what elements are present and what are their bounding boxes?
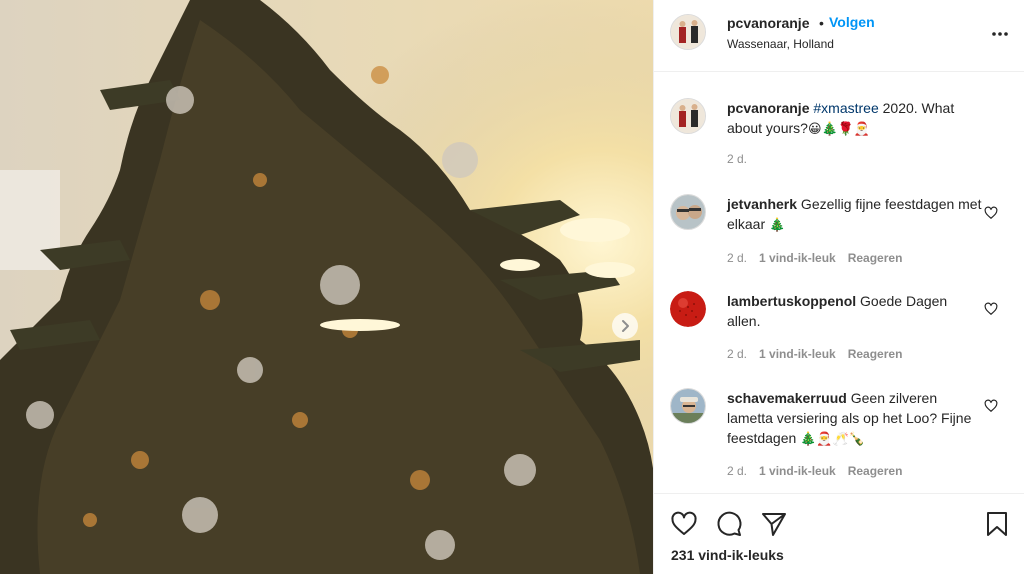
comment-like-count[interactable]: 1 vind-ik-leuk: [759, 464, 836, 478]
author-avatar[interactable]: [670, 14, 706, 50]
caption-avatar-image: [671, 99, 705, 133]
comment-username[interactable]: jetvanherk: [727, 196, 797, 212]
comment-like-count[interactable]: 1 vind-ik-leuk: [759, 347, 836, 361]
comment-icon[interactable]: [715, 510, 743, 538]
post-actions: 231 vind-ik-leuks: [654, 493, 1024, 574]
commenter-avatar[interactable]: [670, 194, 706, 230]
caption-username[interactable]: pcvanoranje: [727, 100, 809, 116]
caption-emoji: 😀🎄🌹🎅: [807, 122, 871, 137]
commenter-avatar-image: [670, 291, 706, 327]
paper-plane-icon[interactable]: [760, 510, 788, 538]
reply-button[interactable]: Reageren: [848, 347, 903, 361]
follow-separator: •: [819, 15, 824, 31]
comment-meta: 2 d. 1 vind-ik-leuk Reageren: [727, 347, 902, 361]
comment-timestamp[interactable]: 2 d.: [727, 251, 747, 265]
post-location[interactable]: Wassenaar, Holland: [727, 37, 834, 51]
comment-like-icon[interactable]: [984, 302, 998, 316]
caption-avatar[interactable]: [670, 98, 706, 134]
christmas-tree-image: [0, 0, 653, 574]
comment-text: lambertuskoppenol Goede Dagen allen.: [727, 291, 982, 331]
reply-button[interactable]: Reageren: [848, 464, 903, 478]
more-options-icon[interactable]: [990, 24, 1010, 44]
caption-timestamp[interactable]: 2 d.: [727, 152, 747, 166]
post-photo[interactable]: [0, 0, 653, 574]
caption-meta: 2 d.: [727, 152, 747, 166]
post-header: pcvanoranje • Volgen Wassenaar, Holland: [654, 0, 1024, 72]
comment-text: schavemakerruud Geen zilveren lametta ve…: [727, 388, 982, 450]
author-username[interactable]: pcvanoranje: [727, 15, 809, 31]
caption-hashtag[interactable]: #xmastree: [813, 100, 878, 116]
next-photo-button[interactable]: [612, 313, 638, 339]
comment-emoji: 🎄🎅🥂🍾: [800, 432, 865, 447]
comment-meta: 2 d. 1 vind-ik-leuk Reageren: [727, 251, 902, 265]
commenter-avatar[interactable]: [670, 291, 706, 327]
post-side-panel: pcvanoranje • Volgen Wassenaar, Holland …: [653, 0, 1024, 574]
author-avatar-image: [671, 15, 705, 49]
reply-button[interactable]: Reageren: [848, 251, 903, 265]
comment-like-count[interactable]: 1 vind-ik-leuk: [759, 251, 836, 265]
comment-meta: 2 d. 1 vind-ik-leuk Reageren: [727, 464, 902, 478]
bookmark-icon[interactable]: [983, 510, 1011, 538]
chevron-right-icon: [622, 320, 629, 332]
comment-username[interactable]: schavemakerruud: [727, 390, 847, 406]
comment-username[interactable]: lambertuskoppenol: [727, 293, 856, 309]
commenter-avatar[interactable]: [670, 388, 706, 424]
comment-timestamp[interactable]: 2 d.: [727, 347, 747, 361]
comment-timestamp[interactable]: 2 d.: [727, 464, 747, 478]
caption-text: pcvanoranje #xmastree 2020. What about y…: [727, 98, 982, 140]
comment-like-icon[interactable]: [984, 399, 998, 413]
commenter-avatar-image: [671, 195, 705, 229]
heart-icon[interactable]: [670, 510, 698, 538]
like-count[interactable]: 231 vind-ik-leuks: [671, 547, 784, 563]
comment-text: jetvanherk Gezellig fijne feestdagen met…: [727, 194, 982, 236]
commenter-avatar-image: [671, 389, 705, 423]
follow-button[interactable]: Volgen: [829, 14, 875, 30]
comment-like-icon[interactable]: [984, 206, 998, 220]
comment-emoji: 🎄: [769, 218, 786, 233]
